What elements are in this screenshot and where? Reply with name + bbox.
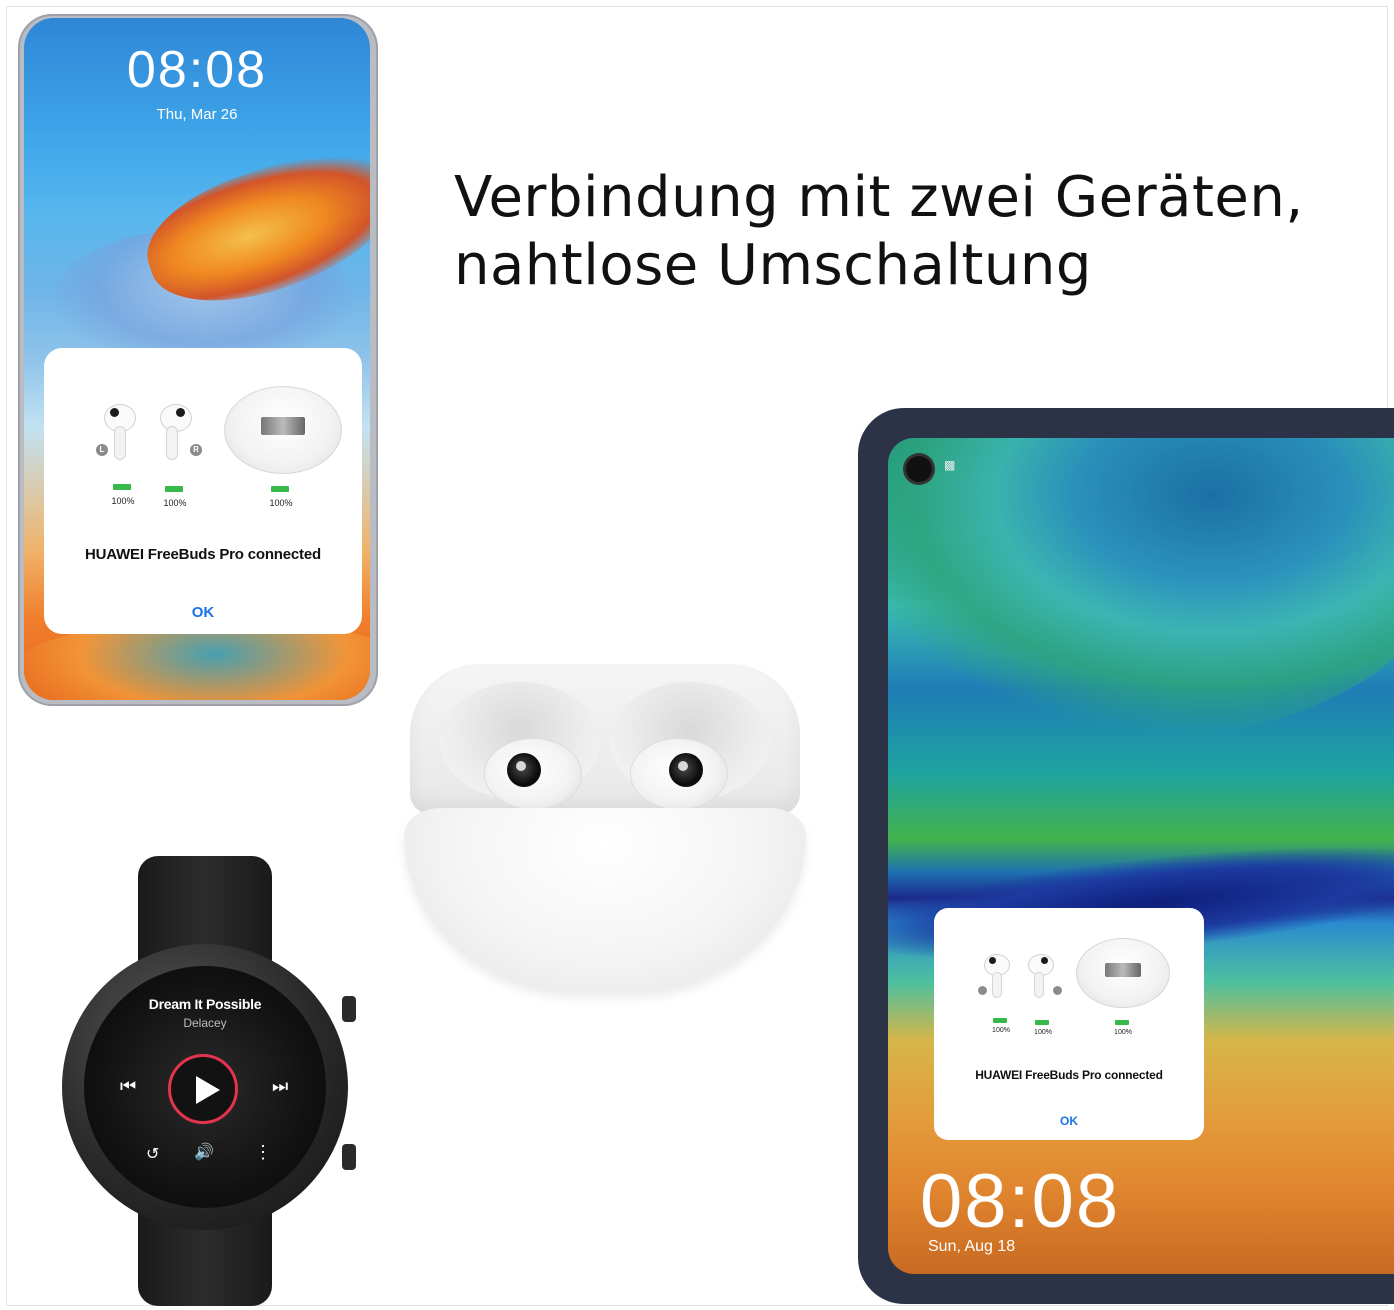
battery-right: 100% — [158, 486, 192, 514]
smartwatch: Dream It Possible Delacey ⏮ ⏭ ↺ 🔊 ⋮ — [60, 856, 356, 1306]
phone-connection-dialog: L R 100% 100% 100% HUAWEI FreeBuds Pro c… — [44, 348, 362, 634]
connected-message: HUAWEI FreeBuds Pro connected — [85, 546, 321, 563]
headline-line-2: nahtlose Umschaltung — [454, 233, 1092, 298]
charging-case-icon — [224, 386, 342, 474]
headline-line-1: Verbindung mit zwei Geräten, — [454, 165, 1304, 230]
tablet-screen: ▩ 100% 100% 100% HUAWEI FreeBuds Pro con… — [888, 438, 1394, 1274]
right-earbud-icon — [1024, 950, 1064, 1002]
case-body — [404, 808, 806, 992]
tablet-date: Sun, Aug 18 — [928, 1238, 1016, 1255]
left-tag: L — [96, 444, 108, 456]
battery-left: 100% — [986, 1018, 1016, 1042]
phone-device: 08:08 Thu, Mar 26 L R 100% 100% 100% HUA… — [18, 14, 378, 706]
next-track-icon[interactable]: ⏭ — [272, 1076, 288, 1097]
charging-case-icon — [1076, 938, 1170, 1008]
repeat-icon[interactable]: ↺ — [146, 1144, 159, 1164]
phone-clock: 08:08 — [126, 41, 268, 99]
ok-button[interactable]: OK — [44, 604, 362, 621]
ok-button[interactable]: OK — [934, 1114, 1204, 1128]
headline: Verbindung mit zwei Geräten, nahtlose Um… — [454, 164, 1304, 300]
earbud-left — [484, 738, 582, 810]
watch-button-bottom[interactable] — [342, 1144, 356, 1170]
earbud-right — [630, 738, 728, 810]
left-earbud-icon: L — [96, 398, 146, 464]
battery-case: 100% — [1108, 1020, 1138, 1044]
connected-message: HUAWEI FreeBuds Pro connected — [975, 1068, 1163, 1082]
earbuds-charging-case — [404, 660, 806, 992]
left-earbud-icon — [978, 950, 1018, 1002]
tablet-connection-dialog: 100% 100% 100% HUAWEI FreeBuds Pro conne… — [934, 908, 1204, 1140]
phone-date: Thu, Mar 26 — [156, 106, 238, 123]
watch-face: Dream It Possible Delacey ⏮ ⏭ ↺ 🔊 ⋮ — [84, 966, 326, 1208]
case-lid — [410, 664, 800, 814]
phone-screen: 08:08 Thu, Mar 26 L R 100% 100% 100% HUA… — [24, 18, 370, 700]
right-tag: R — [190, 444, 202, 456]
volume-icon[interactable]: 🔊 — [194, 1142, 214, 1162]
previous-track-icon[interactable]: ⏮ — [120, 1076, 136, 1097]
signal-icon: ▩ — [944, 458, 956, 472]
tablet-device: ▩ 100% 100% 100% HUAWEI FreeBuds Pro con… — [858, 408, 1394, 1304]
song-artist: Delacey — [183, 1016, 227, 1030]
battery-case: 100% — [264, 486, 298, 514]
battery-right: 100% — [1028, 1020, 1058, 1044]
battery-left: 100% — [106, 484, 140, 512]
right-earbud-icon: R — [154, 398, 204, 464]
more-vertical-icon[interactable]: ⋮ — [254, 1142, 272, 1163]
play-button[interactable] — [168, 1054, 238, 1124]
song-title: Dream It Possible — [148, 996, 262, 1012]
tablet-clock: 08:08 — [920, 1159, 1121, 1244]
watch-button-top[interactable] — [342, 996, 356, 1022]
front-camera-icon — [906, 456, 932, 482]
